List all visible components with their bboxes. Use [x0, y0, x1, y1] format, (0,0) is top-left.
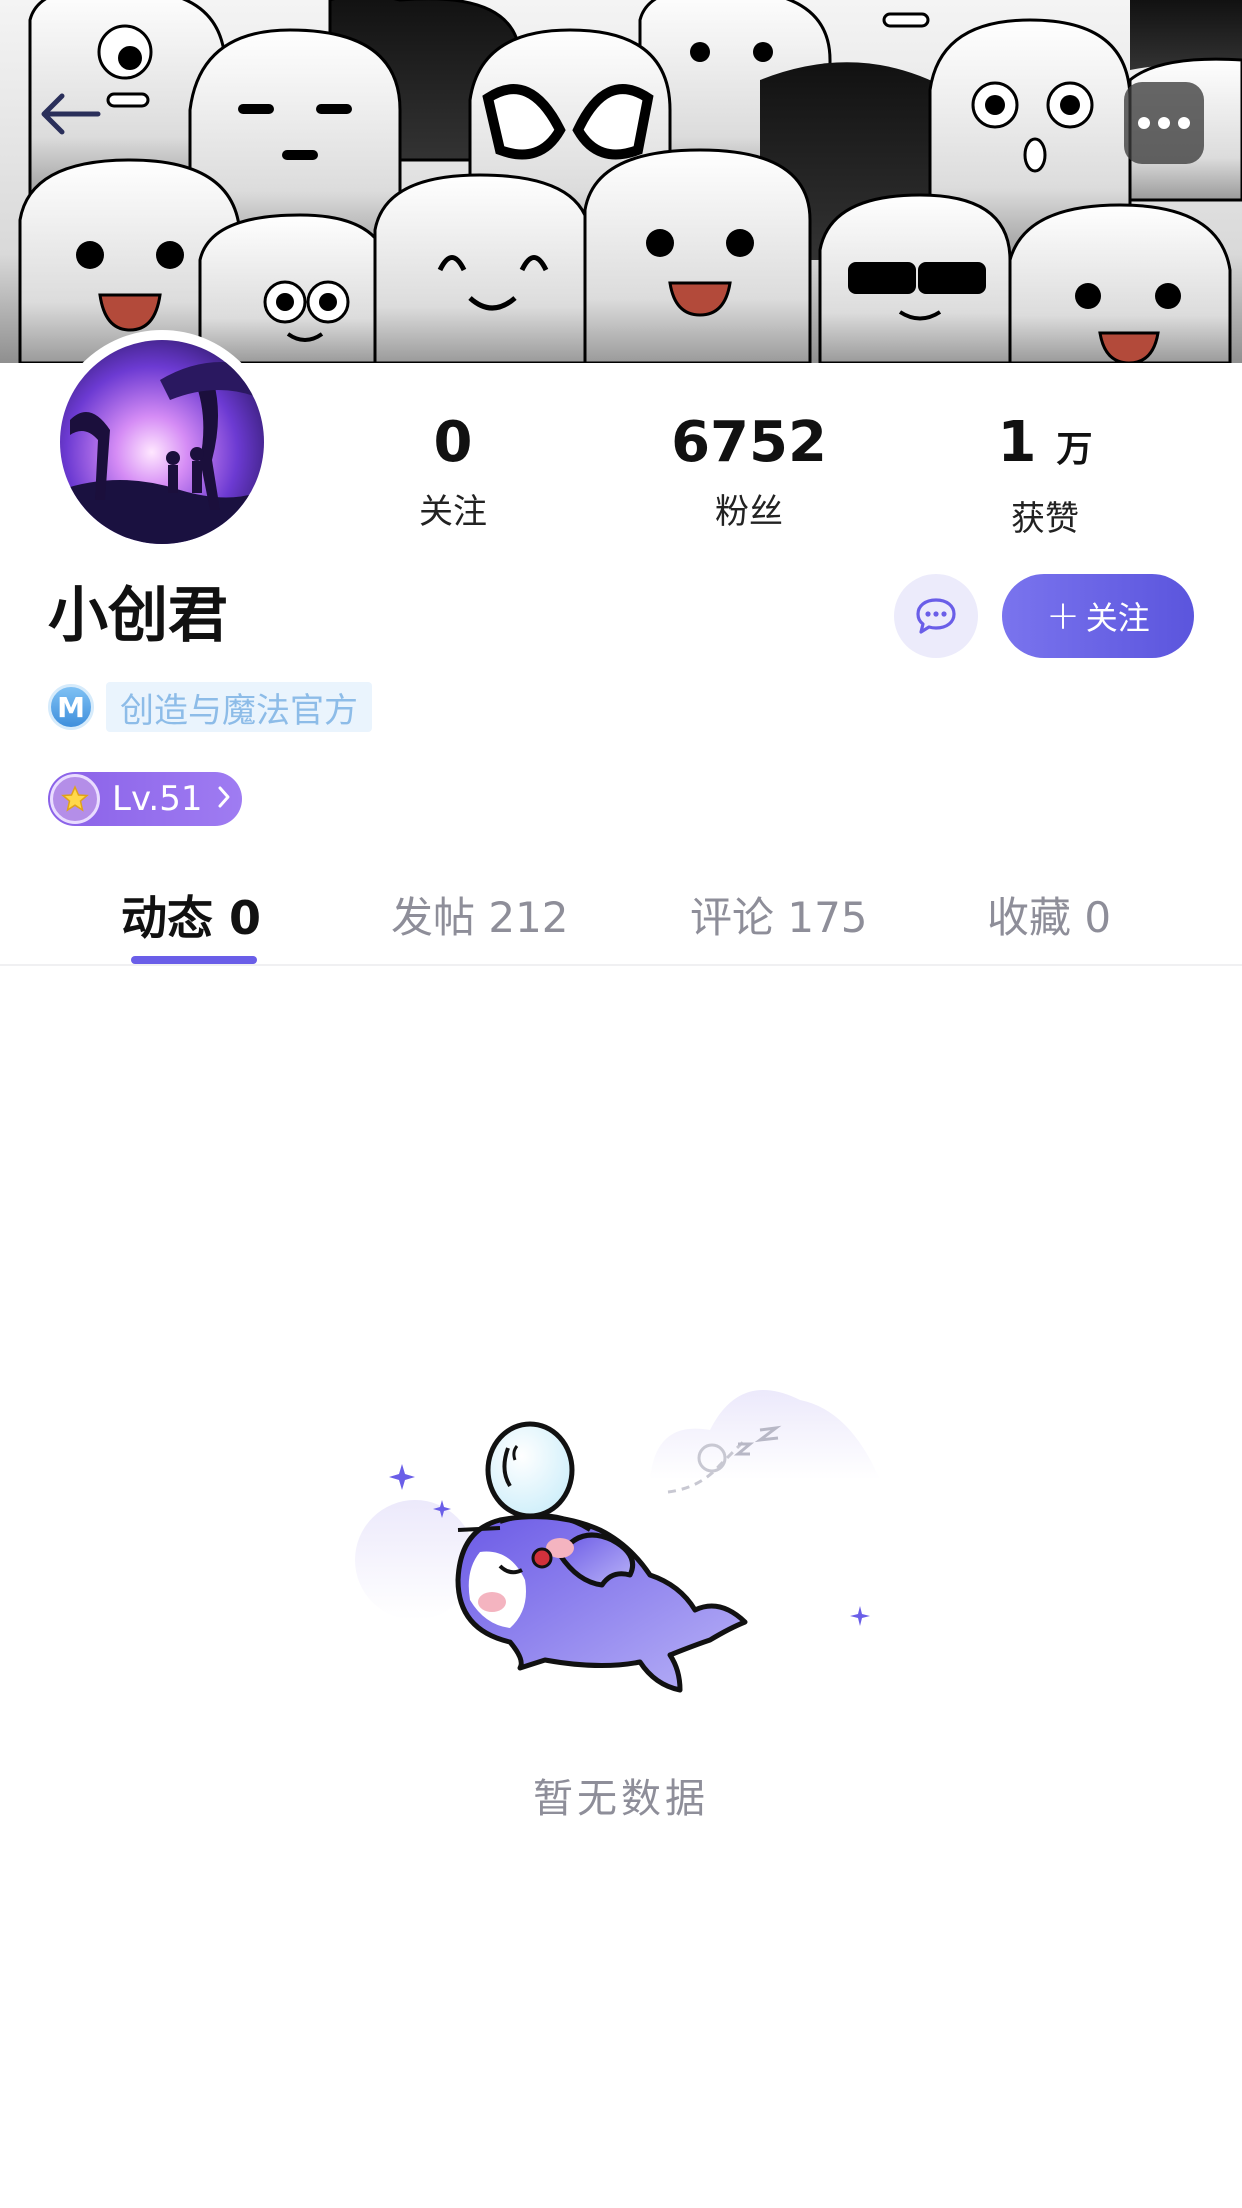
plus-icon: + [1046, 593, 1080, 639]
content-tabs: 动态 0 发帖 212 评论 175 收藏 0 [0, 880, 1242, 964]
tab-indicator [131, 956, 257, 964]
official-tag: 创造与魔法官方 [106, 682, 372, 732]
chevron-right-svg [218, 786, 229, 807]
tab-comments[interactable]: 评论 175 [690, 880, 868, 956]
stat-likes[interactable]: 1 万 获赞 [935, 408, 1155, 541]
more-dots-icon [1138, 117, 1150, 129]
message-button[interactable] [894, 574, 978, 658]
likes-count: 1 [997, 410, 1037, 475]
likes-label: 获赞 [1011, 499, 1079, 539]
chat-bubble-icon [916, 598, 956, 634]
stat-likes-value: 1 万 [935, 408, 1155, 485]
chevron-right-icon [217, 782, 231, 817]
tab-dynamics[interactable]: 动态 0 [121, 880, 261, 956]
following-label: 关注 [419, 492, 487, 532]
tabs-divider [0, 964, 1242, 966]
star-icon [50, 774, 100, 824]
stat-following-value: 0 [343, 408, 563, 478]
arrow-left-icon [41, 93, 101, 135]
level-text: Lv.51 [112, 779, 203, 819]
following-count: 0 [433, 410, 473, 475]
stat-followers[interactable]: 6752 粉丝 [639, 408, 859, 534]
empty-state-illustration [350, 1370, 890, 1730]
back-button[interactable] [38, 92, 118, 158]
official-badge-row: M 创造与魔法官方 [48, 682, 372, 732]
stat-followers-value: 6752 [639, 408, 859, 478]
level-badge[interactable]: Lv.51 [48, 772, 242, 826]
sleeping-seal-illustration [355, 1390, 880, 1693]
level-star [61, 785, 89, 812]
stat-following[interactable]: 0 关注 [343, 408, 563, 534]
follow-button[interactable]: + 关注 [1002, 574, 1194, 658]
more-dot [1178, 117, 1190, 129]
tab-favorites[interactable]: 收藏 0 [987, 880, 1111, 956]
followers-count: 6752 [671, 410, 827, 475]
official-m-icon: M [48, 684, 94, 730]
follow-label: 关注 [1085, 599, 1150, 637]
more-button[interactable] [1124, 82, 1204, 164]
profile-banner [0, 0, 1242, 363]
ghost-crowd-illustration [18, 0, 1242, 363]
tab-posts[interactable]: 发帖 212 [391, 880, 569, 956]
empty-state-text: 暂无数据 [533, 1776, 709, 1822]
username: 小创君 [48, 581, 228, 651]
likes-unit: 万 [1056, 429, 1093, 470]
followers-label: 粉丝 [715, 492, 783, 532]
avatar[interactable] [60, 340, 264, 544]
more-dot [1158, 117, 1170, 129]
avatar-image [60, 340, 264, 544]
